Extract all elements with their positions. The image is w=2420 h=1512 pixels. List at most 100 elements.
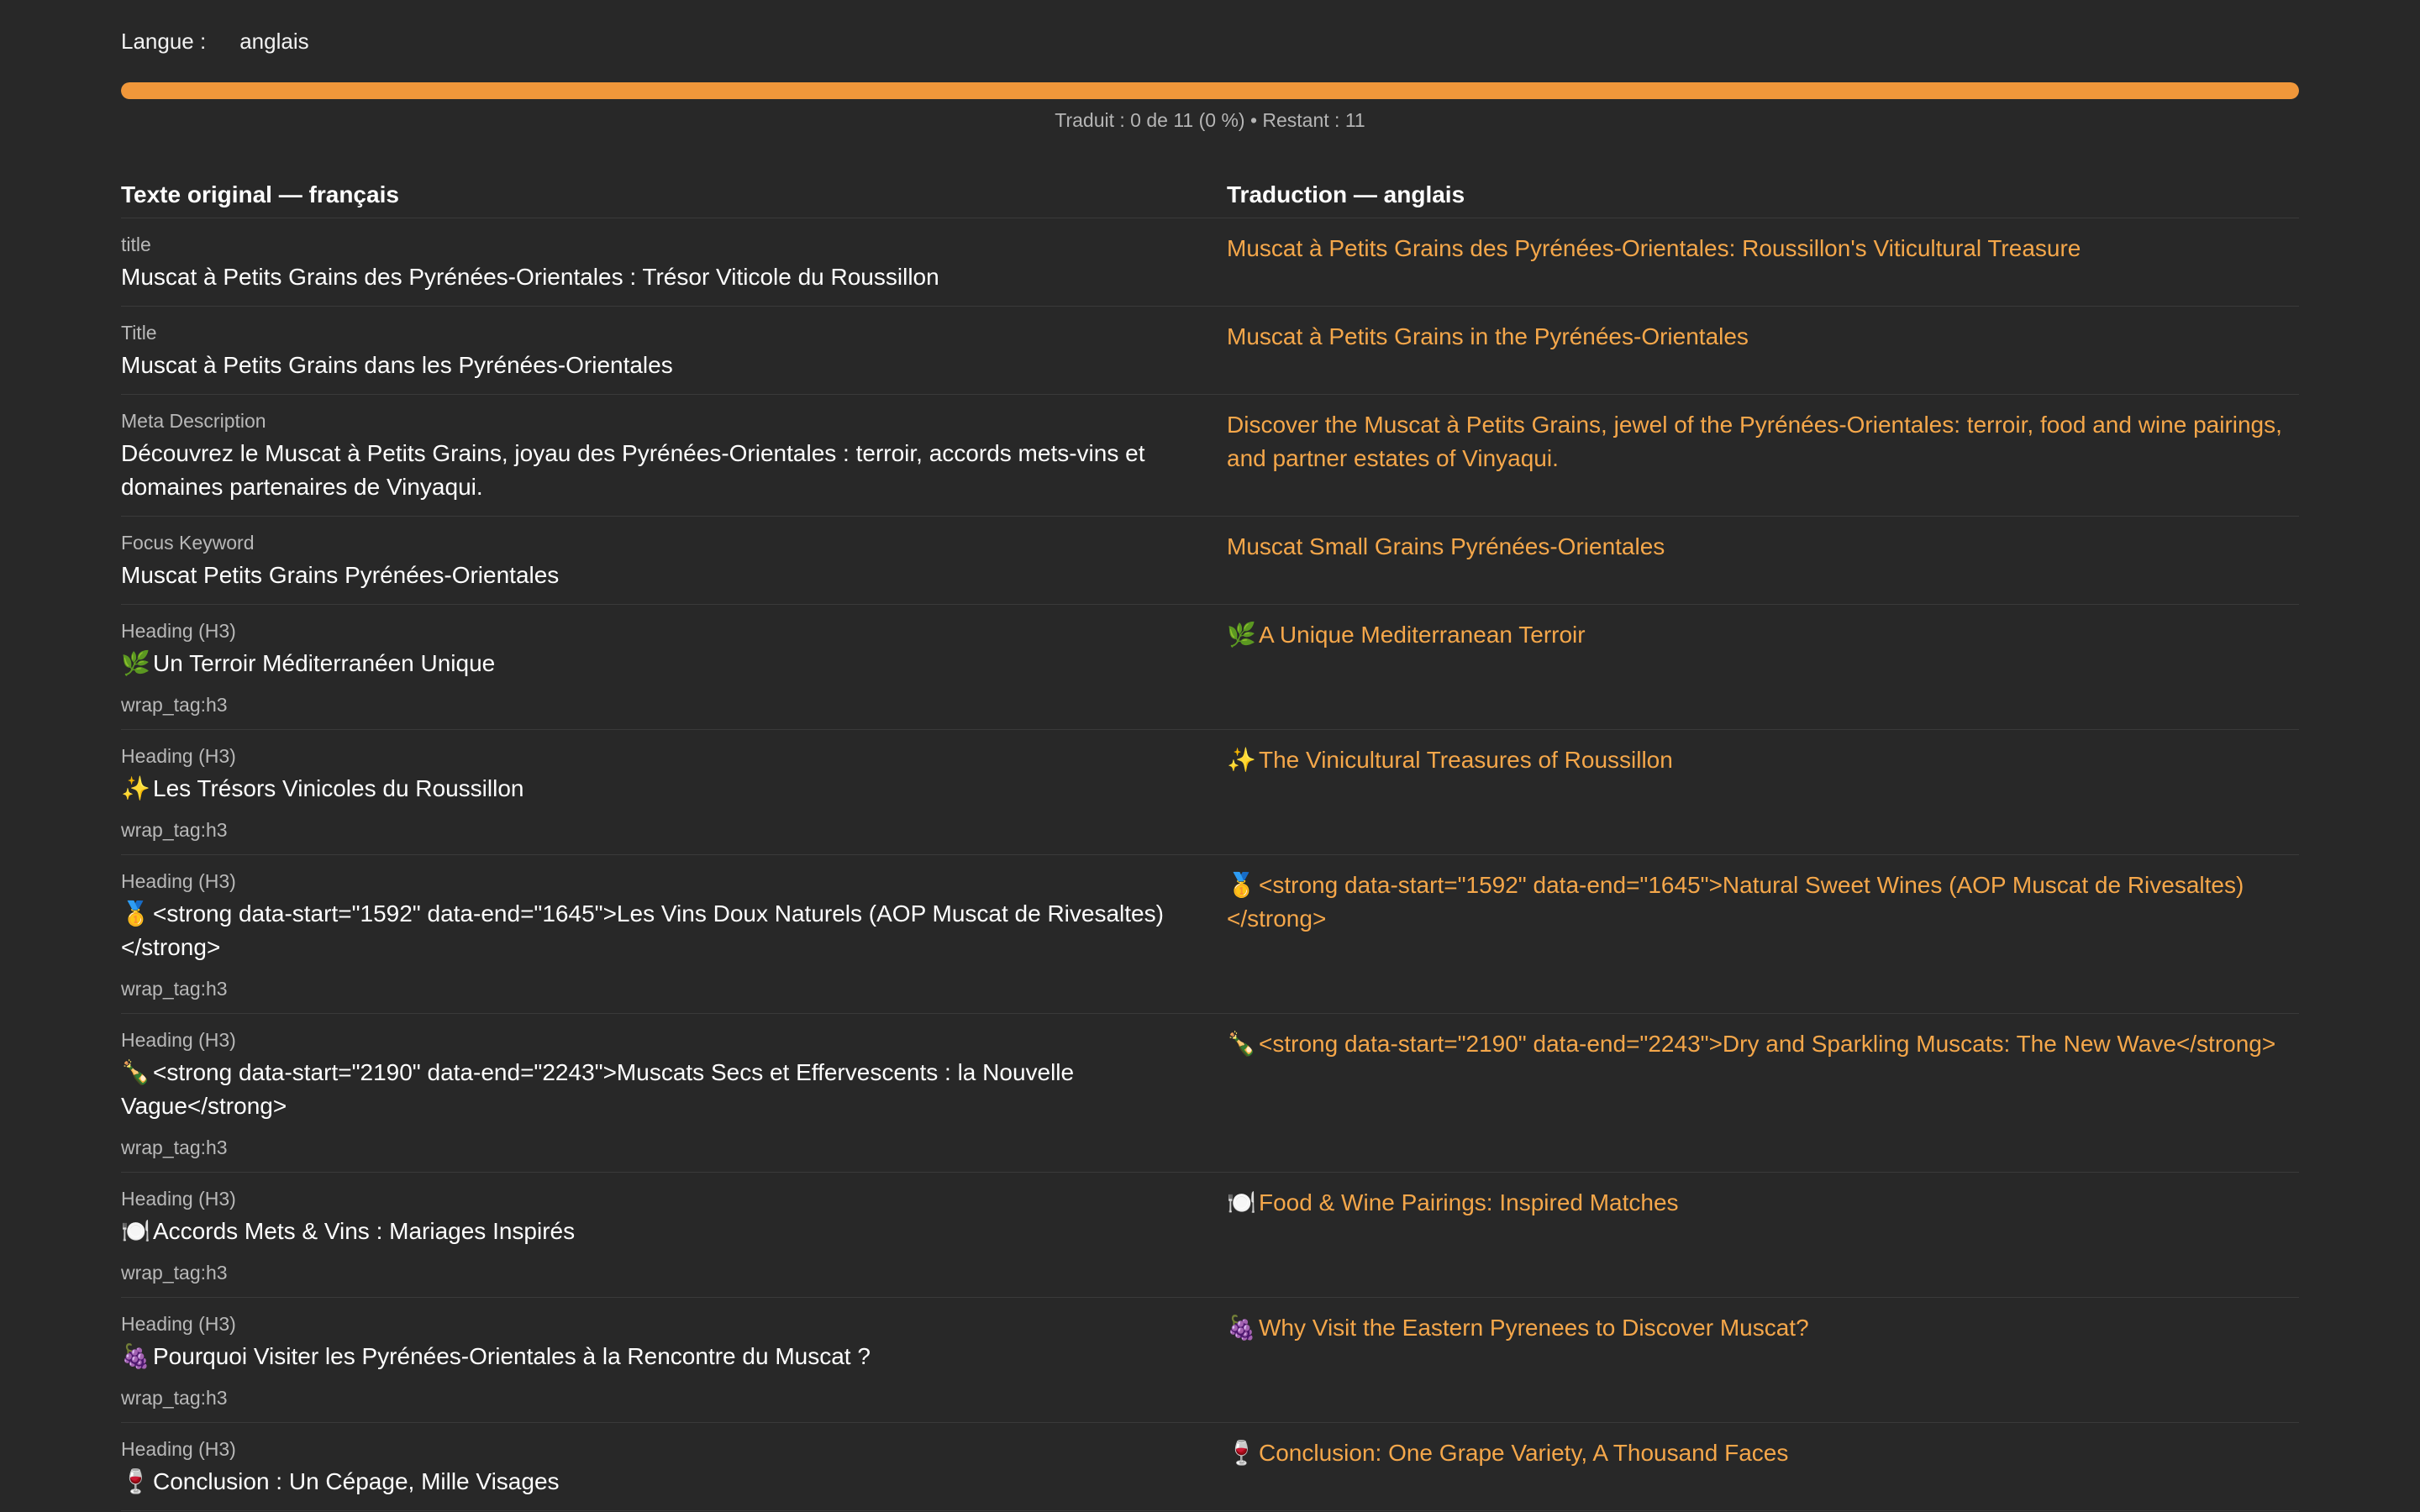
translation-cell[interactable]: 🌿 A Unique Mediterranean Terroir (1227, 618, 2299, 717)
original-cell: Title Muscat à Petits Grains dans les Pyr… (121, 320, 1227, 382)
translation-cell[interactable]: 🍇 Why Visit the Eastern Pyrenees to Disco… (1227, 1311, 2299, 1410)
translation-text-content: Muscat à Petits Grains in the Pyrénées-O… (1227, 323, 1749, 349)
original-text: 🥇 <strong data-start="1592" data-end="164… (121, 897, 1193, 964)
original-text: ✨ Les Trésors Vinicoles du Roussillon (121, 772, 1193, 806)
translation-text-content: Muscat à Petits Grains des Pyrénées-Orie… (1227, 235, 2081, 261)
translation-text[interactable]: Muscat Small Grains Pyrénées-Orientales (1227, 530, 2299, 564)
original-text-content: Découvrez le Muscat à Petits Grains, joy… (121, 440, 1145, 500)
heading-emoji-icon: 🍷 (1227, 1440, 1256, 1466)
translation-text[interactable]: Discover the Muscat à Petits Grains, jew… (1227, 408, 2299, 475)
table-row: Heading (H3) 🌿 Un Terroir Méditerranéen Un… (121, 605, 2299, 730)
original-cell: Heading (H3) 🥇 <strong data-start="1592" d… (121, 869, 1227, 1001)
language-value[interactable]: anglais (239, 29, 308, 55)
translation-text[interactable]: 🥇 <strong data-start="1592" data-end="164… (1227, 869, 2299, 936)
translation-text[interactable]: ✨ The Vinicultural Treasures of Roussillo… (1227, 743, 2299, 777)
field-label: Heading (H3) (121, 1438, 236, 1460)
field-label: Heading (H3) (121, 1029, 236, 1051)
wrap-tag: wrap_tag:h3 (121, 694, 228, 716)
translation-cell[interactable]: 🍾 <strong data-start="2190" data-end="224… (1227, 1027, 2299, 1160)
translation-cell[interactable]: Discover the Muscat à Petits Grains, jew… (1227, 408, 2299, 504)
original-cell: Heading (H3) 🍷 Conclusion : Un Cépage, Mil… (121, 1436, 1227, 1499)
table-header: Texte original — français Traduction — a… (121, 172, 2299, 218)
original-text-content: Accords Mets & Vins : Mariages Inspirés (153, 1218, 576, 1244)
heading-emoji-icon: 🍽️ (121, 1218, 150, 1244)
heading-emoji-icon: 🍷 (121, 1468, 150, 1494)
column-header-original: Texte original — français (121, 181, 399, 207)
translation-cell[interactable]: 🍷 Conclusion: One Grape Variety, A Thousa… (1227, 1436, 2299, 1499)
heading-emoji-icon: 🍇 (1227, 1315, 1256, 1341)
table-body: title Muscat à Petits Grains des Pyrénées… (121, 218, 2299, 1511)
table-row: Title Muscat à Petits Grains dans les Pyr… (121, 307, 2299, 395)
original-text-content: Les Trésors Vinicoles du Roussillon (153, 775, 524, 801)
original-cell: Heading (H3) 🍇 Pourquoi Visiter les Pyréné… (121, 1311, 1227, 1410)
wrap-tag: wrap_tag:h3 (121, 819, 228, 841)
original-cell: Heading (H3) 🍾 <strong data-start="2190" d… (121, 1027, 1227, 1160)
heading-emoji-icon: 🌿 (121, 650, 150, 676)
translation-text-content: The Vinicultural Treasures of Roussillon (1259, 747, 1673, 773)
table-row: Heading (H3) 🍽️ Accords Mets & Vins : Mari… (121, 1173, 2299, 1298)
translation-text[interactable]: 🍷 Conclusion: One Grape Variety, A Thousa… (1227, 1436, 2299, 1470)
heading-emoji-icon: 🌿 (1227, 622, 1256, 648)
translation-text[interactable]: Muscat à Petits Grains des Pyrénées-Orie… (1227, 232, 2299, 265)
translation-cell[interactable]: 🥇 <strong data-start="1592" data-end="164… (1227, 869, 2299, 1001)
translation-text[interactable]: 🌿 A Unique Mediterranean Terroir (1227, 618, 2299, 652)
translation-cell[interactable]: Muscat à Petits Grains in the Pyrénées-O… (1227, 320, 2299, 382)
translation-cell[interactable]: Muscat à Petits Grains des Pyrénées-Orie… (1227, 232, 2299, 294)
original-cell: title Muscat à Petits Grains des Pyrénées… (121, 232, 1227, 294)
translation-text[interactable]: 🍇 Why Visit the Eastern Pyrenees to Disco… (1227, 1311, 2299, 1345)
field-label: Title (121, 322, 157, 344)
heading-emoji-icon: 🥇 (121, 900, 150, 927)
translation-table: Texte original — français Traduction — a… (121, 172, 2299, 1511)
translation-cell[interactable]: Muscat Small Grains Pyrénées-Orientales (1227, 530, 2299, 592)
translation-text[interactable]: Muscat à Petits Grains in the Pyrénées-O… (1227, 320, 2299, 354)
wrap-tag: wrap_tag:h3 (121, 1262, 228, 1284)
language-row: Langue : anglais (121, 0, 2299, 82)
language-label: Langue : (121, 28, 207, 54)
table-row: Heading (H3) 🍇 Pourquoi Visiter les Pyréné… (121, 1298, 2299, 1423)
original-text-content: <strong data-start="1592" data-end="1645… (121, 900, 1164, 960)
translation-cell[interactable]: ✨ The Vinicultural Treasures of Roussillo… (1227, 743, 2299, 843)
field-label: Meta Description (121, 410, 266, 432)
translation-text-content: <strong data-start="1592" data-end="1645… (1227, 872, 2244, 932)
heading-emoji-icon: 🍾 (1227, 1031, 1256, 1057)
translation-text-content: Discover the Muscat à Petits Grains, jew… (1227, 412, 2282, 471)
heading-emoji-icon: ✨ (1227, 747, 1256, 773)
original-text-content: Conclusion : Un Cépage, Mille Visages (153, 1468, 560, 1494)
translation-text-content: Muscat Small Grains Pyrénées-Orientales (1227, 533, 1665, 559)
heading-emoji-icon: 🍇 (121, 1343, 150, 1369)
field-label: title (121, 234, 151, 255)
original-text: Découvrez le Muscat à Petits Grains, joy… (121, 437, 1193, 504)
original-text-content: <strong data-start="2190" data-end="2243… (121, 1059, 1075, 1119)
original-cell: Heading (H3) ✨ Les Trésors Vinicoles du Ro… (121, 743, 1227, 843)
original-text: 🍾 <strong data-start="2190" data-end="224… (121, 1056, 1193, 1123)
translation-page: Langue : anglais Traduit : 0 de 11 (0 %)… (0, 0, 2420, 1512)
translation-text-content: Food & Wine Pairings: Inspired Matches (1259, 1189, 1679, 1215)
progress-bar (121, 82, 2299, 99)
original-cell: Focus Keyword Muscat Petits Grains Pyréné… (121, 530, 1227, 592)
field-label: Heading (H3) (121, 870, 236, 892)
table-row: Heading (H3) 🥇 <strong data-start="1592" d… (121, 855, 2299, 1014)
field-label: Heading (H3) (121, 1313, 236, 1335)
original-text-content: Un Terroir Méditerranéen Unique (153, 650, 496, 676)
original-cell: Heading (H3) 🌿 Un Terroir Méditerranéen Un… (121, 618, 1227, 717)
original-text: 🌿 Un Terroir Méditerranéen Unique (121, 647, 1193, 680)
table-row: Focus Keyword Muscat Petits Grains Pyréné… (121, 517, 2299, 605)
progress-status-text: Traduit : 0 de 11 (0 %) • Restant : 11 (1055, 109, 1365, 131)
original-text: Muscat à Petits Grains dans les Pyrénées… (121, 349, 1193, 382)
translation-text[interactable]: 🍽️ Food & Wine Pairings: Inspired Matches (1227, 1186, 2299, 1220)
progress-bar-fill (121, 82, 2299, 99)
original-text-content: Pourquoi Visiter les Pyrénées-Orientales… (153, 1343, 871, 1369)
heading-emoji-icon: 🥇 (1227, 872, 1256, 898)
table-row: Meta Description Découvrez le Muscat à Pe… (121, 395, 2299, 517)
table-row: title Muscat à Petits Grains des Pyrénées… (121, 218, 2299, 307)
column-header-translation: Traduction — anglais (1227, 181, 1465, 207)
original-text-content: Muscat à Petits Grains des Pyrénées-Orie… (121, 264, 939, 290)
field-label: Focus Keyword (121, 532, 255, 554)
translation-cell[interactable]: 🍽️ Food & Wine Pairings: Inspired Matches (1227, 1186, 2299, 1285)
translation-text[interactable]: 🍾 <strong data-start="2190" data-end="224… (1227, 1027, 2299, 1061)
original-text: 🍇 Pourquoi Visiter les Pyrénées-Orientale… (121, 1340, 1193, 1373)
heading-emoji-icon: 🍾 (121, 1059, 150, 1085)
translation-text-content: <strong data-start="2190" data-end="2243… (1259, 1031, 2276, 1057)
translation-text-content: A Unique Mediterranean Terroir (1259, 622, 1586, 648)
original-text: Muscat à Petits Grains des Pyrénées-Orie… (121, 260, 1193, 294)
